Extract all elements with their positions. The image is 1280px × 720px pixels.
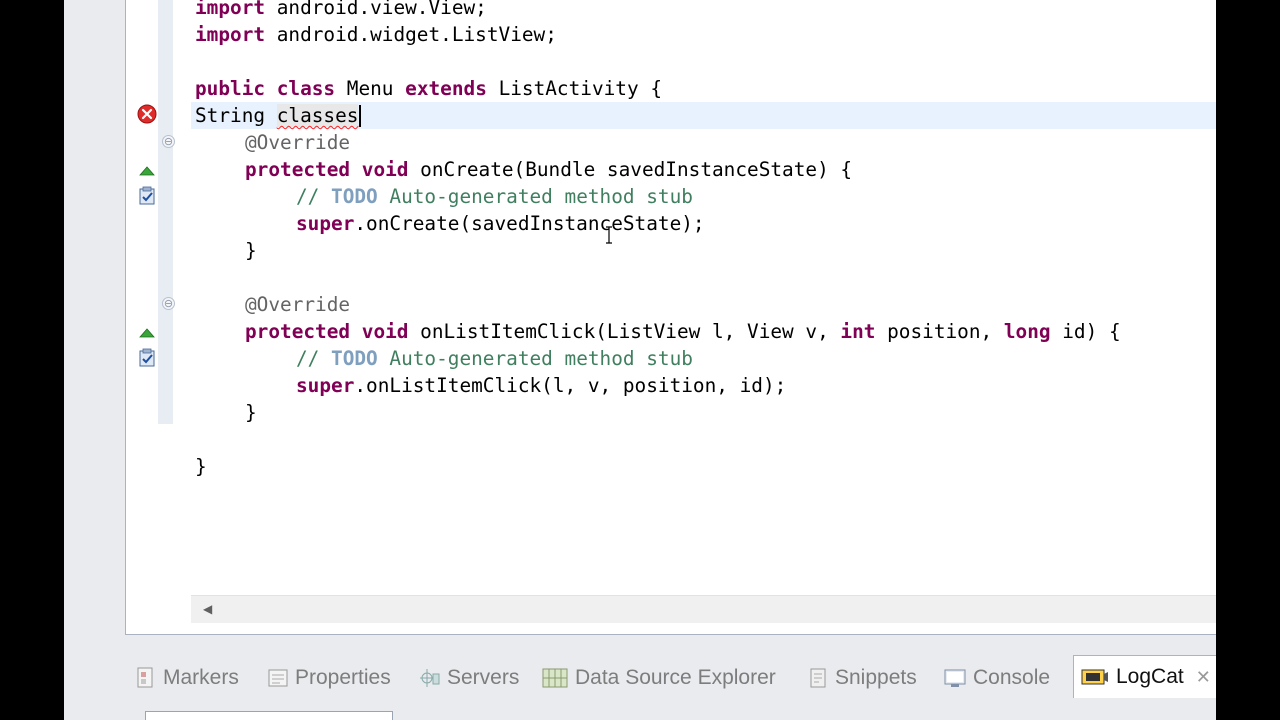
tab-label: Console — [973, 666, 1051, 689]
error-token[interactable]: classes — [276, 104, 359, 127]
panel-filter-field[interactable] — [145, 711, 393, 720]
code-line[interactable]: super.onCreate(savedInstanceState); — [296, 210, 705, 237]
servers-icon — [420, 669, 440, 687]
properties-icon — [268, 669, 288, 687]
task-icon[interactable] — [137, 348, 157, 368]
code-line[interactable]: import android.widget.ListView; — [195, 21, 557, 48]
code-line[interactable]: // TODO Auto-generated method stub — [296, 183, 693, 210]
black-border — [1216, 0, 1280, 720]
code-line[interactable]: protected void onListItemClick(ListView … — [245, 318, 1121, 345]
bottom-panel-tabs: Markers Properties Servers Data Source E… — [125, 655, 1216, 720]
error-icon[interactable] — [137, 104, 157, 124]
code-line[interactable]: import android.view.View; — [195, 0, 487, 21]
tab-console[interactable]: Console — [943, 660, 1050, 696]
fold-toggle[interactable]: ⊖ — [162, 135, 175, 148]
folding-ruler[interactable] — [158, 0, 173, 424]
annotation-ruler[interactable] — [126, 0, 158, 595]
override-arrow-icon[interactable] — [137, 160, 157, 180]
java-editor[interactable]: ⊖ ⊖ import android.view.View; import and… — [125, 0, 1216, 635]
logcat-icon — [1081, 669, 1108, 685]
eclipse-window: ⊖ ⊖ import android.view.View; import and… — [64, 0, 1216, 720]
tab-label: Servers — [447, 666, 520, 689]
code-line-error[interactable]: String classes — [195, 102, 359, 129]
horizontal-scrollbar[interactable]: ◀ — [191, 595, 1216, 623]
tab-label: Properties — [295, 666, 391, 689]
code-line[interactable]: } — [245, 399, 257, 426]
scroll-left-icon[interactable]: ◀ — [203, 602, 212, 616]
tab-label: Snippets — [835, 666, 917, 689]
tab-snippets[interactable]: Snippets — [807, 660, 917, 696]
code-line[interactable]: protected void onCreate(Bundle savedInst… — [245, 156, 852, 183]
code-line[interactable]: @Override — [245, 291, 350, 318]
tab-properties[interactable]: Properties — [267, 660, 391, 696]
tab-label: LogCat — [1116, 665, 1184, 688]
data-source-explorer-icon — [542, 668, 568, 688]
tab-markers[interactable]: Markers — [135, 660, 239, 696]
code-line[interactable]: // TODO Auto-generated method stub — [296, 345, 693, 372]
code-line[interactable]: super.onListItemClick(l, v, position, id… — [296, 372, 786, 399]
code-text-area[interactable]: import android.view.View; import android… — [191, 0, 1216, 595]
mouse-ibeam-cursor-icon — [606, 226, 612, 244]
tab-servers[interactable]: Servers — [419, 660, 519, 696]
markers-icon — [137, 667, 153, 688]
tab-data-source-explorer[interactable]: Data Source Explorer — [541, 660, 776, 696]
code-line[interactable]: } — [245, 237, 257, 264]
snippets-icon — [810, 668, 826, 688]
console-icon — [944, 669, 966, 687]
override-arrow-icon[interactable] — [137, 322, 157, 342]
text-caret — [359, 105, 362, 127]
tab-logcat[interactable]: LogCat ✕ — [1073, 655, 1216, 698]
tab-label: Data Source Explorer — [575, 666, 776, 689]
code-line[interactable]: } — [195, 453, 207, 480]
tab-label: Markers — [163, 666, 239, 689]
code-line[interactable]: public class Menu extends ListActivity { — [195, 75, 662, 102]
code-line[interactable]: @Override — [245, 129, 350, 156]
task-icon[interactable] — [137, 186, 157, 206]
fold-toggle[interactable]: ⊖ — [162, 297, 175, 310]
close-tab-icon[interactable]: ✕ — [1196, 667, 1211, 688]
